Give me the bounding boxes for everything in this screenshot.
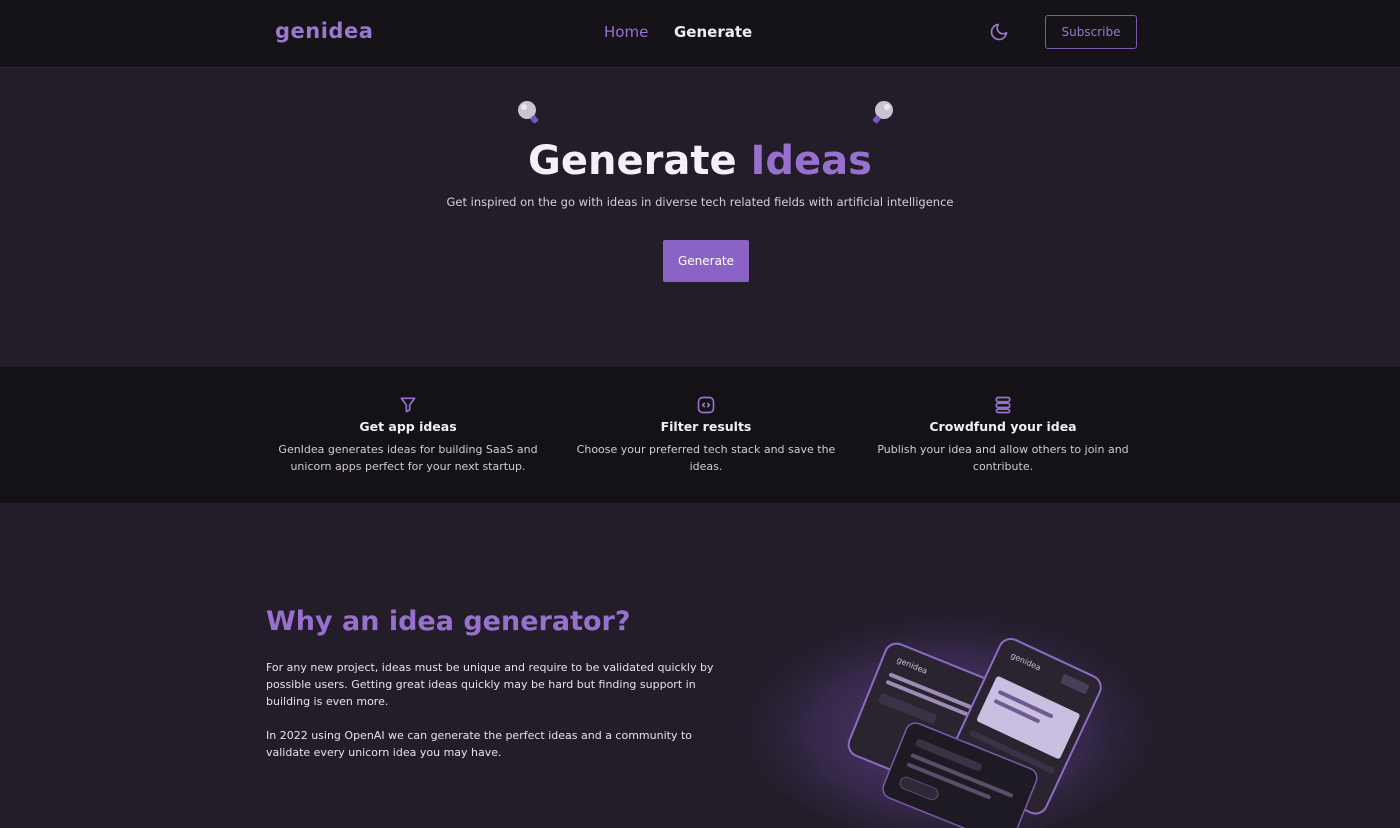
hero-subtitle: Get inspired on the go with ideas in div… [446, 195, 954, 209]
why-paragraph: For any new project, ideas must be uniqu… [266, 661, 714, 708]
generate-button[interactable]: Generate [663, 240, 749, 282]
nav-home-link[interactable]: Home [604, 23, 648, 41]
hero-title-accent: Ideas [750, 138, 872, 184]
subscribe-button[interactable]: Subscribe [1045, 15, 1137, 49]
navbar: genidea Home Generate Subscribe [0, 0, 1400, 68]
feature-description: GenIdea generates ideas for building Saa… [278, 443, 538, 473]
feature-title: Crowdfund your idea [929, 419, 1077, 434]
logo[interactable]: genidea [275, 19, 373, 43]
moon-icon[interactable] [989, 22, 1009, 42]
feature-title: Get app ideas [359, 419, 457, 434]
feature-description: Choose your preferred tech stack and sav… [576, 443, 836, 473]
feature-description: Publish your idea and allow others to jo… [877, 443, 1129, 473]
feature-title: Filter results [660, 419, 752, 434]
stack-icon [995, 396, 1011, 414]
why-title: Why an idea generator? [266, 606, 631, 637]
nav-generate-link[interactable]: Generate [674, 23, 752, 41]
features-section: Get app ideas GenIdea generates ideas fo… [0, 367, 1400, 503]
lightbulb-icon [518, 101, 539, 124]
hero-title: Generate Ideas [0, 138, 1400, 184]
hero-title-main: Generate [528, 138, 737, 184]
lightbulb-icon [872, 101, 893, 124]
filter-icon [400, 397, 416, 413]
why-paragraph: In 2022 using OpenAI we can generate the… [266, 729, 692, 759]
phones-illustration: genidea genidea [740, 600, 1160, 828]
code-icon [697, 396, 715, 414]
